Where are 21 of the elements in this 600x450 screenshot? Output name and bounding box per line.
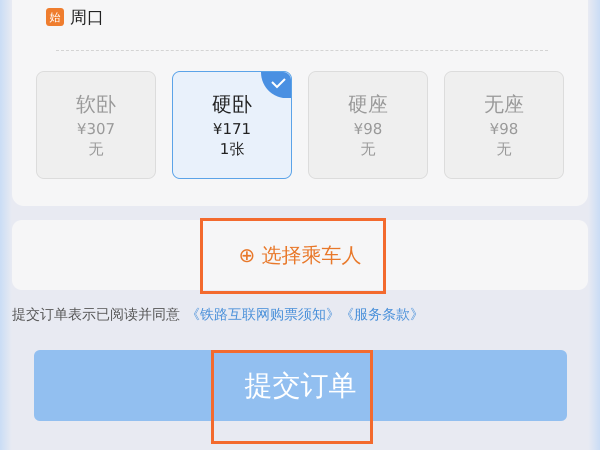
seat-class: 无座 <box>484 91 524 118</box>
seat-availability: 1张 <box>220 140 244 159</box>
seat-class: 硬座 <box>348 91 388 118</box>
origin-station: 周口 <box>70 6 104 28</box>
agreement-text: 提交订单表示已阅读并同意 <box>12 306 180 324</box>
origin-badge: 始 <box>46 8 64 26</box>
seat-class: 硬卧 <box>212 91 252 118</box>
agreement-link[interactable]: 《铁路互联网购票须知》 <box>186 306 340 324</box>
seat-price: ¥171 <box>212 120 252 138</box>
seat-availability: 无 <box>496 140 512 159</box>
seat-price: ¥98 <box>490 120 518 138</box>
seat-price: ¥307 <box>76 120 116 138</box>
agreement-link[interactable]: 《服务条款》 <box>340 306 424 324</box>
seat-class: 软卧 <box>76 91 116 118</box>
submit-order-button[interactable]: 提交订单 <box>34 350 567 421</box>
seat-availability: 无 <box>88 140 104 159</box>
check-icon <box>261 72 291 98</box>
select-passenger-button[interactable]: ⊕ 选择乘车人 <box>232 240 368 270</box>
seat-availability: 无 <box>360 140 376 159</box>
seat-price: ¥98 <box>354 120 382 138</box>
seat-option[interactable]: 硬卧 ¥171 1张 <box>172 71 292 179</box>
